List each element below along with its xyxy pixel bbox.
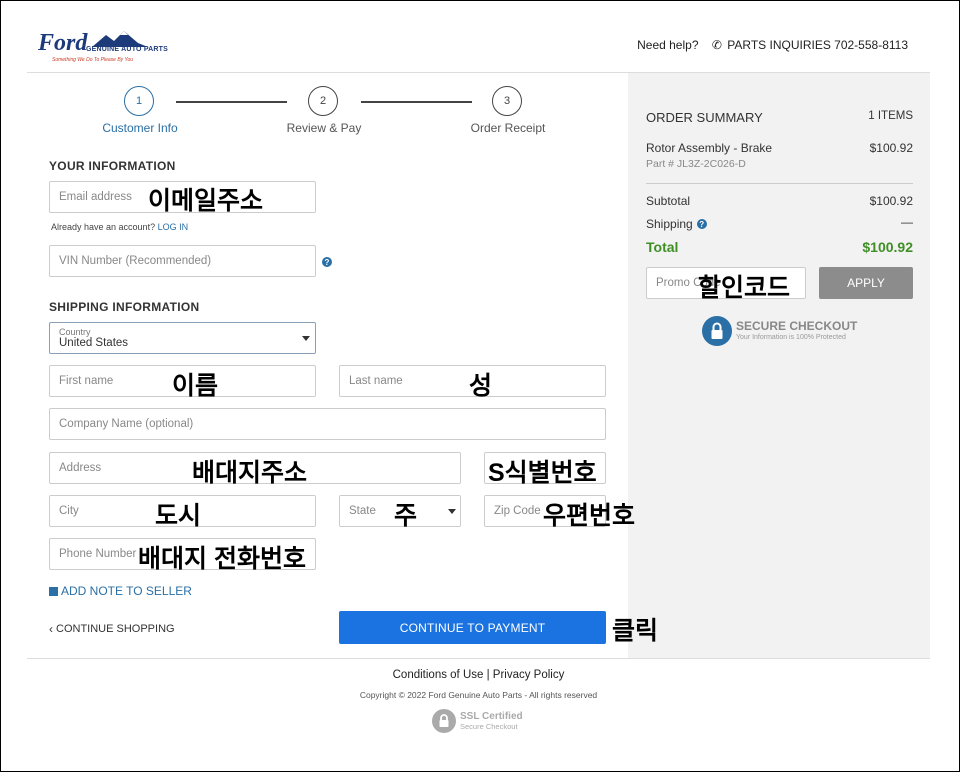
part-number: Part # JL3Z-2C026-D bbox=[646, 158, 746, 170]
items-count: 1 ITEMS bbox=[868, 110, 913, 122]
step-3-label: Order Receipt bbox=[470, 121, 546, 135]
country-label: Country bbox=[59, 327, 91, 337]
zip-placeholder: Zip Code bbox=[494, 505, 541, 517]
need-help-text[interactable]: Need help? bbox=[637, 38, 698, 52]
shipping-label: Shipping bbox=[646, 217, 693, 231]
city-annotation: 도시 bbox=[155, 502, 202, 530]
phone-placeholder: Phone Number bbox=[59, 548, 137, 560]
copyright-text: Copyright © 2022 Ford Genuine Auto Parts… bbox=[359, 690, 598, 700]
vin-placeholder: VIN Number (Recommended) bbox=[59, 255, 212, 267]
parts-inquiries-phone[interactable]: PARTS INQUIRIES 702-558-8113 bbox=[727, 38, 908, 52]
last-name-annotation: 성 bbox=[469, 372, 493, 400]
step-connector-2 bbox=[361, 101, 472, 103]
address-placeholder: Address bbox=[59, 462, 102, 474]
header-help: Need help? ✆ PARTS INQUIRIES 702-558-811… bbox=[631, 38, 908, 52]
ssl-certified-title: SSL Certified bbox=[460, 711, 523, 722]
first-name-annotation: 이름 bbox=[172, 372, 219, 400]
email-annotation: 이메일주소 bbox=[148, 187, 264, 215]
summary-divider bbox=[646, 183, 913, 184]
step-2-label: Review & Pay bbox=[286, 121, 362, 135]
continue-to-payment-button[interactable]: CONTINUE TO PAYMENT bbox=[339, 611, 606, 644]
chevron-down-icon bbox=[302, 336, 310, 341]
phone-annotation: 배대지 전화번호 bbox=[138, 545, 306, 573]
address2-annotation: S식별번호 bbox=[488, 459, 597, 487]
state-placeholder: State bbox=[349, 505, 376, 517]
state-chevron-down-icon bbox=[448, 509, 456, 514]
address-annotation: 배대지주소 bbox=[192, 459, 308, 487]
last-name-placeholder: Last name bbox=[349, 375, 403, 387]
order-summary-title: ORDER SUMMARY bbox=[646, 110, 763, 125]
secure-checkout-subtitle: Your Information is 100% Protected bbox=[736, 334, 846, 341]
footer-links[interactable]: Conditions of Use | Privacy Policy bbox=[27, 669, 930, 681]
note-icon bbox=[49, 586, 58, 596]
company-field[interactable]: Company Name (optional) bbox=[49, 408, 606, 440]
account-prompt: Already have an account? LOG IN bbox=[51, 222, 188, 232]
subtotal-value: $100.92 bbox=[869, 194, 913, 208]
brand-tagline: Something We Do To Please By You bbox=[52, 57, 134, 63]
vin-field[interactable]: VIN Number (Recommended) bbox=[49, 245, 316, 277]
footer-divider bbox=[27, 658, 930, 659]
product-name[interactable]: Rotor Assembly - Brake bbox=[646, 141, 772, 155]
step-1-circle: 1 bbox=[124, 86, 154, 116]
state-annotation: 주 bbox=[394, 502, 418, 530]
your-info-title: YOUR INFORMATION bbox=[49, 159, 176, 173]
continue-shopping-link[interactable]: ‹ CONTINUE SHOPPING bbox=[49, 622, 175, 636]
account-prompt-text: Already have an account? bbox=[51, 222, 156, 232]
continue-shopping-label: CONTINUE SHOPPING bbox=[56, 623, 175, 635]
vin-help-icon[interactable]: ? bbox=[322, 257, 332, 267]
first-name-placeholder: First name bbox=[59, 375, 114, 387]
zip-annotation: 우편번호 bbox=[543, 502, 636, 530]
click-annotation: 클릭 bbox=[612, 617, 659, 645]
brand-logo[interactable]: Ford bbox=[38, 30, 87, 57]
brand-subtitle: GENUINE AUTO PARTS bbox=[86, 46, 169, 53]
subtotal-label: Subtotal bbox=[646, 194, 691, 208]
email-placeholder: Email address bbox=[59, 191, 132, 203]
apply-button[interactable]: APPLY bbox=[819, 267, 913, 299]
shipping-info-title: SHIPPING INFORMATION bbox=[49, 300, 200, 314]
total-value: $100.92 bbox=[862, 239, 913, 255]
ssl-lock-icon bbox=[432, 709, 456, 733]
add-note-label: ADD NOTE TO SELLER bbox=[61, 584, 192, 598]
shipping-value: — bbox=[901, 215, 913, 229]
shipping-help-icon[interactable]: ? bbox=[696, 219, 707, 229]
lock-icon bbox=[702, 316, 732, 346]
step-2-circle: 2 bbox=[308, 86, 338, 116]
city-placeholder: City bbox=[59, 505, 79, 517]
total-label: Total bbox=[646, 239, 679, 255]
secure-checkout-title: SECURE CHECKOUT bbox=[736, 319, 858, 333]
step-3-circle: 3 bbox=[492, 86, 522, 116]
login-link[interactable]: LOG IN bbox=[158, 222, 189, 232]
ssl-certified-subtitle: Secure Checkout bbox=[460, 722, 518, 731]
chevron-left-icon: ‹ bbox=[49, 622, 53, 636]
promo-annotation: 할인코드 bbox=[698, 274, 791, 302]
add-note-link[interactable]: ADD NOTE TO SELLER bbox=[49, 584, 192, 598]
shipping-row: Shipping ? bbox=[646, 217, 707, 231]
country-select[interactable]: Country United States bbox=[49, 322, 316, 354]
step-connector-1 bbox=[176, 101, 287, 103]
company-placeholder: Company Name (optional) bbox=[59, 418, 194, 430]
phone-icon: ✆ bbox=[711, 38, 722, 52]
mountain-logo-icon bbox=[92, 31, 148, 47]
country-value: United States bbox=[59, 337, 129, 349]
step-1-label: Customer Info bbox=[102, 121, 178, 135]
product-price: $100.92 bbox=[869, 141, 913, 155]
